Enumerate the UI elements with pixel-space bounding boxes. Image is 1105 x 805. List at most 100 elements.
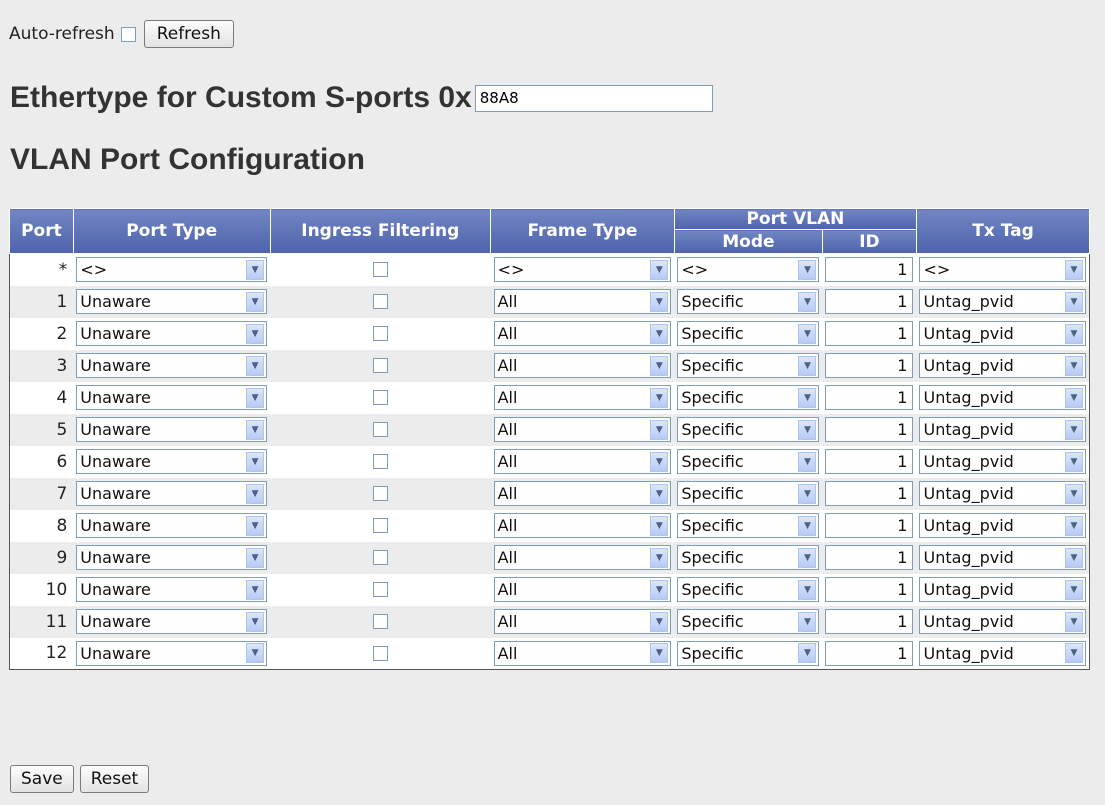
vlan-id-input[interactable]: 1 [825,577,914,602]
frame-type-select[interactable]: All ▼ [493,513,672,538]
vlan-mode-select[interactable]: Specific ▼ [677,513,820,538]
chevron-down-icon: ▼ [650,643,669,664]
vlan-mode-select[interactable]: Specific ▼ [677,353,820,378]
vlan-mode-select[interactable]: Specific ▼ [677,289,820,314]
ingress-filtering-cell [270,477,491,510]
tx-tag-select[interactable]: Untag_pvid ▼ [919,513,1086,538]
frame-type-select[interactable]: All ▼ [493,353,672,378]
vlan-mode-select[interactable]: Specific ▼ [677,577,820,602]
port-type-select[interactable]: <> ▼ [76,257,268,283]
port-type-select[interactable]: Unaware ▼ [76,417,268,442]
frame-type-cell: All ▼ [490,573,675,606]
port-type-select[interactable]: Unaware ▼ [76,609,268,634]
vlan-id-input[interactable]: 1 [825,513,914,538]
port-cell: 9 [9,541,74,574]
ethertype-input[interactable]: 88A8 [474,84,713,112]
port-type-select[interactable]: Unaware ▼ [76,513,268,538]
vlan-mode-select[interactable]: Specific ▼ [677,640,820,666]
vlan-mode-select-value: Specific [681,292,744,311]
ingress-filtering-checkbox[interactable] [372,614,388,629]
ingress-filtering-checkbox[interactable] [372,645,388,661]
vlan-id-input[interactable]: 1 [825,545,914,570]
tx-tag-select[interactable]: Untag_pvid ▼ [919,481,1086,506]
vlan-mode-select[interactable]: Specific ▼ [677,321,820,346]
ethertype-heading: Ethertype for Custom S-ports 0x 88A8 [10,81,713,115]
frame-type-select[interactable]: All ▼ [493,417,672,442]
ingress-filtering-checkbox[interactable] [372,582,388,597]
chevron-down-icon: ▼ [798,579,817,600]
reset-button[interactable]: Reset [79,765,150,793]
vlan-mode-select[interactable]: Specific ▼ [677,545,820,570]
vlan-id-input[interactable]: 1 [825,321,914,346]
ingress-filtering-checkbox[interactable] [372,262,388,278]
ingress-filtering-checkbox[interactable] [372,550,388,565]
vlan-id-input[interactable]: 1 [825,353,914,378]
port-type-select[interactable]: Unaware ▼ [76,289,268,314]
ingress-filtering-checkbox[interactable] [372,518,388,533]
vlan-mode-select[interactable]: Specific ▼ [677,385,820,410]
auto-refresh-checkbox[interactable] [120,26,136,42]
port-type-select[interactable]: Unaware ▼ [76,545,268,570]
port-type-select[interactable]: Unaware ▼ [76,449,268,474]
vlan-mode-select[interactable]: Specific ▼ [677,481,820,506]
frame-type-select[interactable]: All ▼ [493,640,672,666]
save-button[interactable]: Save [10,765,74,793]
tx-tag-select[interactable]: Untag_pvid ▼ [919,577,1086,602]
vlan-mode-cell: Specific ▼ [674,445,823,478]
port-type-select-value: Unaware [80,356,151,375]
tx-tag-select[interactable]: <> ▼ [919,257,1086,283]
ingress-filtering-checkbox[interactable] [372,294,388,309]
tx-tag-select[interactable]: Untag_pvid ▼ [919,545,1086,570]
frame-type-select[interactable]: All ▼ [493,449,672,474]
tx-tag-cell: Untag_pvid ▼ [916,349,1090,382]
frame-type-select-value: All [497,580,518,599]
ingress-filtering-checkbox[interactable] [372,358,388,373]
ingress-filtering-checkbox[interactable] [372,390,388,405]
chevron-down-icon: ▼ [246,419,265,440]
vlan-mode-select[interactable]: Specific ▼ [677,449,820,474]
frame-type-select[interactable]: All ▼ [493,577,672,602]
port-type-select[interactable]: Unaware ▼ [76,385,268,410]
vlan-id-input[interactable]: 1 [825,481,914,506]
vlan-id-input[interactable]: 1 [825,609,914,634]
tx-tag-select[interactable]: Untag_pvid ▼ [919,417,1086,442]
port-type-select[interactable]: Unaware ▼ [76,577,268,602]
vlan-mode-select[interactable]: Specific ▼ [677,417,820,442]
frame-type-select[interactable]: All ▼ [493,289,672,314]
refresh-button[interactable]: Refresh [143,20,234,48]
ingress-filtering-checkbox[interactable] [372,454,388,469]
tx-tag-select[interactable]: Untag_pvid ▼ [919,449,1086,474]
ingress-filtering-checkbox[interactable] [372,326,388,341]
port-type-select[interactable]: Unaware ▼ [76,640,268,666]
frame-type-select[interactable]: All ▼ [493,481,672,506]
vlan-id-input[interactable]: 1 [825,385,914,410]
ingress-filtering-checkbox[interactable] [372,422,388,437]
chevron-down-icon: ▼ [1065,259,1083,280]
frame-type-select[interactable]: All ▼ [493,321,672,346]
tx-tag-select[interactable]: Untag_pvid ▼ [919,640,1086,666]
vlan-id-input[interactable]: 1 [825,257,914,283]
chevron-down-icon: ▼ [1065,483,1083,504]
tx-tag-select[interactable]: Untag_pvid ▼ [919,609,1086,634]
vlan-mode-select[interactable]: Specific ▼ [677,609,820,634]
tx-tag-select[interactable]: Untag_pvid ▼ [919,289,1086,314]
frame-type-select[interactable]: All ▼ [493,385,672,410]
frame-type-select[interactable]: All ▼ [493,609,672,634]
tx-tag-select[interactable]: Untag_pvid ▼ [919,385,1086,410]
vlan-id-input[interactable]: 1 [825,449,914,474]
tx-tag-select-value: Untag_pvid [923,580,1014,599]
tx-tag-select[interactable]: Untag_pvid ▼ [919,321,1086,346]
ingress-filtering-checkbox[interactable] [372,486,388,501]
header-tx-tag: Tx Tag [915,208,1091,254]
frame-type-select[interactable]: All ▼ [493,545,672,570]
port-type-select[interactable]: Unaware ▼ [76,321,268,346]
port-type-select[interactable]: Unaware ▼ [76,481,268,506]
frame-type-cell: All ▼ [490,541,675,574]
tx-tag-select[interactable]: Untag_pvid ▼ [919,353,1086,378]
vlan-id-input[interactable]: 1 [825,417,914,442]
vlan-mode-select[interactable]: <> ▼ [677,257,820,283]
frame-type-select[interactable]: <> ▼ [493,257,672,283]
port-type-select[interactable]: Unaware ▼ [76,353,268,378]
vlan-id-input[interactable]: 1 [825,289,914,314]
vlan-id-input[interactable]: 1 [825,640,914,666]
